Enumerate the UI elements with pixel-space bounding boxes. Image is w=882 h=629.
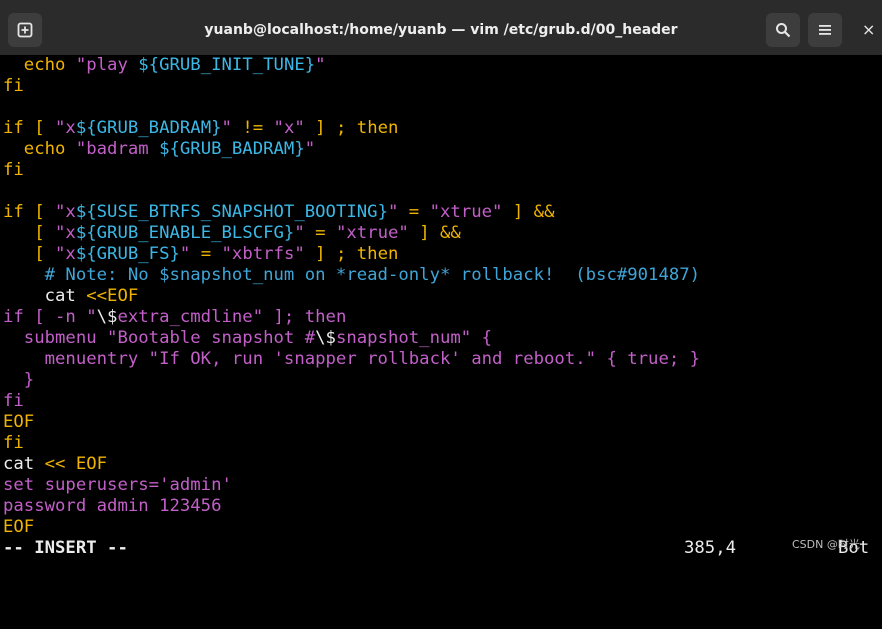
code-token: menuentry "If OK, run 'snapper rollback'… — [3, 349, 701, 369]
code-token: if [ -n " — [3, 307, 97, 327]
hamburger-menu-icon — [819, 25, 831, 35]
code-token: ] ; then — [304, 118, 399, 138]
code-token: ] && — [502, 202, 555, 222]
watermark: CSDN @时光 — [792, 538, 860, 551]
code-token: if [ — [3, 202, 56, 222]
title-bar: yuanb@localhost:/home/yuanb — vim /etc/g… — [0, 0, 882, 60]
vim-editor-buffer[interactable]: echo "play ${GRUB_INIT_TUNE}" fi if [ "x${… — [0, 55, 882, 560]
code-token: "x — [55, 118, 76, 138]
code-token: \$ — [96, 307, 118, 327]
editor-line: EOF — [0, 517, 882, 538]
code-token: submenu "Bootable snapshot # — [3, 328, 316, 348]
editor-line: echo "play ${GRUB_INIT_TUNE}" — [0, 55, 882, 76]
editor-line: cat << EOF — [0, 454, 882, 475]
code-token: = — [398, 202, 430, 222]
new-tab-icon — [17, 22, 33, 38]
code-token: "x — [55, 223, 76, 243]
editor-line: set superusers='admin' — [0, 475, 882, 496]
editor-line: fi — [0, 433, 882, 454]
editor-line: if [ "x${GRUB_BADRAM}" != "x" ] ; then — [0, 118, 882, 139]
code-token: password admin 123456 — [3, 496, 222, 516]
code-token: "play — [75, 55, 139, 75]
code-token: ${GRUB_ENABLE_BLSCFG} — [75, 223, 295, 243]
code-token: set superusers='admin' — [3, 475, 232, 495]
vim-mode-indicator: -- INSERT -- — [3, 538, 128, 558]
editor-line: fi — [0, 76, 882, 97]
code-token: ${GRUB_BADRAM} — [75, 118, 222, 138]
code-token: " — [221, 118, 232, 138]
code-token: " — [304, 139, 316, 159]
code-token: [ — [3, 244, 56, 264]
code-token: " — [179, 244, 191, 264]
code-token: cat — [3, 286, 87, 306]
code-token: ${GRUB_BADRAM} — [159, 139, 305, 159]
code-token: ${SUSE_BTRFS_SNAPSHOT_BOOTING} — [75, 202, 388, 222]
code-token: <<EOF — [86, 286, 139, 306]
code-token: = — [190, 244, 222, 264]
code-token: EOF — [3, 412, 35, 432]
editor-line: if [ -n "\$extra_cmdline" ]; then — [0, 307, 882, 328]
code-token: # Note: No $snapshot_num on *read-only* … — [3, 265, 701, 285]
code-token: ] ; then — [304, 244, 399, 264]
code-token: fi — [3, 433, 24, 453]
code-token: \$ — [315, 328, 336, 348]
code-token: fi — [3, 391, 24, 411]
code-token: "xtrue" — [335, 223, 409, 243]
editor-line: cat <<EOF — [0, 286, 882, 307]
code-token: ${GRUB_INIT_TUNE} — [138, 55, 316, 75]
menu-button[interactable] — [808, 13, 842, 47]
code-token: echo — [3, 139, 76, 159]
editor-line: if [ "x${SUSE_BTRFS_SNAPSHOT_BOOTING}" =… — [0, 202, 882, 223]
code-token: if [ — [3, 118, 56, 138]
code-token: " — [315, 55, 326, 75]
close-button[interactable]: × — [862, 18, 882, 42]
editor-line: menuentry "If OK, run 'snapper rollback'… — [0, 349, 882, 370]
window-title: yuanb@localhost:/home/yuanb — vim /etc/g… — [204, 22, 678, 38]
code-token: ] && — [408, 223, 461, 243]
editor-line: submenu "Bootable snapshot #\$snapshot_n… — [0, 328, 882, 349]
code-token: = — [304, 223, 336, 243]
code-token: fi — [3, 76, 24, 96]
code-token: " — [387, 202, 399, 222]
code-token: cat — [3, 454, 45, 474]
code-token: } — [3, 370, 35, 390]
code-token: != — [231, 118, 274, 138]
code-token: [ — [3, 223, 56, 243]
code-token: EOF — [3, 517, 35, 537]
code-token: "badram — [75, 139, 160, 159]
search-icon — [776, 23, 791, 38]
editor-line: # Note: No $snapshot_num on *read-only* … — [0, 265, 882, 286]
code-token: fi — [3, 160, 24, 180]
close-icon: × — [862, 20, 876, 39]
search-button[interactable] — [766, 13, 800, 47]
code-token: echo — [3, 55, 76, 75]
editor-line: EOF — [0, 412, 882, 433]
editor-line: fi — [0, 160, 882, 181]
editor-line: fi — [0, 391, 882, 412]
editor-line: [ "x${GRUB_ENABLE_BLSCFG}" = "xtrue" ] &… — [0, 223, 882, 244]
code-token: ${GRUB_FS} — [75, 244, 180, 264]
code-token: " — [294, 223, 305, 243]
code-token: snapshot_num" { — [335, 328, 493, 348]
code-token: "xbtrfs" — [221, 244, 305, 264]
code-token: "xtrue" — [429, 202, 503, 222]
code-token: "x — [55, 202, 76, 222]
editor-line: password admin 123456 — [0, 496, 882, 517]
new-tab-button[interactable] — [8, 13, 42, 47]
editor-line: } — [0, 370, 882, 391]
cursor-position: 385,4 — [684, 538, 737, 558]
code-token: extra_cmdline" ]; then — [117, 307, 347, 327]
editor-line: [ "x${GRUB_FS}" = "xbtrfs" ] ; then — [0, 244, 882, 265]
editor-line: echo "badram ${GRUB_BADRAM}" — [0, 139, 882, 160]
code-token: "x — [55, 244, 76, 264]
vim-status-line: -- INSERT -- 385,4 Bot — [0, 537, 882, 560]
code-token: "x" — [273, 118, 305, 138]
code-token: << EOF — [44, 454, 108, 474]
